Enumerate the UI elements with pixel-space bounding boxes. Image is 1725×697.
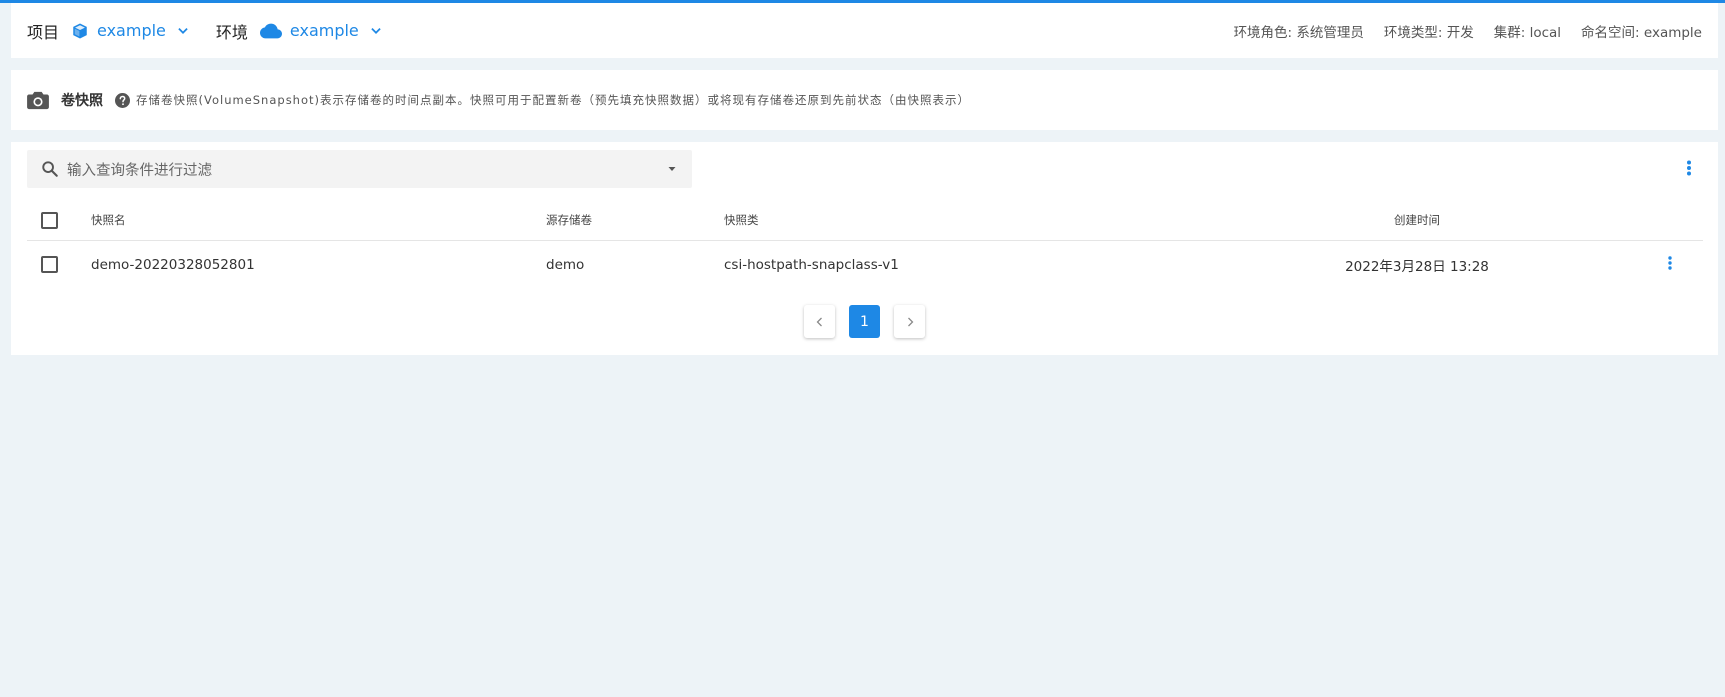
project-selector[interactable]: example	[71, 21, 190, 40]
snapshot-table: 快照名 源存储卷 快照类 创建时间 demo-20220328052801 de…	[27, 200, 1703, 288]
filter-search-input[interactable]: 输入查询条件进行过滤	[27, 150, 692, 188]
env-role: 环境角色: 系统管理员	[1233, 24, 1364, 41]
caret-down-icon[interactable]	[666, 163, 678, 175]
project-value: example	[97, 21, 166, 40]
more-vert-icon[interactable]	[1686, 160, 1692, 180]
snapshot-name: demo-20220328052801	[91, 256, 255, 273]
chevron-down-icon	[178, 27, 188, 34]
page-button-current[interactable]: 1	[849, 305, 880, 338]
env-value: example	[289, 21, 359, 40]
cluster: 集群: local	[1493, 24, 1562, 41]
next-page-button[interactable]	[894, 305, 925, 338]
page-info-bar: 卷快照 存储卷快照(VolumeSnapshot)表示存储卷的时间点副本。快照可…	[11, 70, 1718, 130]
table-row[interactable]: demo-20220328052801 demo csi-hostpath-sn…	[27, 241, 1703, 288]
column-header-created[interactable]: 创建时间	[1317, 212, 1517, 228]
cube-icon	[73, 23, 87, 38]
row-checkbox[interactable]	[41, 256, 58, 273]
column-header-source[interactable]: 源存储卷	[546, 212, 592, 228]
env-selector[interactable]: example	[259, 21, 383, 40]
search-icon	[42, 161, 58, 177]
page-description: 存储卷快照(VolumeSnapshot)表示存储卷的时间点副本。快照可用于配置…	[136, 93, 970, 107]
chevron-down-icon	[371, 27, 381, 34]
project-label: 项目	[27, 22, 60, 42]
snapshot-class: csi-hostpath-snapclass-v1	[724, 256, 899, 273]
env-type: 环境类型: 开发	[1383, 24, 1474, 41]
search-placeholder: 输入查询条件进行过滤	[67, 162, 212, 179]
namespace: 命名空间: example	[1581, 24, 1702, 41]
env-label: 环境	[215, 22, 248, 42]
column-header-class[interactable]: 快照类	[724, 212, 759, 228]
env-meta: 环境角色: 系统管理员 环境类型: 开发 集群: local 命名空间: exa…	[1214, 21, 1702, 41]
created-time: 2022年3月28日 13:28	[1345, 258, 1489, 275]
snapshot-list-card: 输入查询条件进行过滤 快照名 源存储卷 快照类 创建时间 demo-202203…	[11, 142, 1718, 355]
page-title: 卷快照	[61, 93, 103, 109]
chevron-left-icon	[816, 317, 822, 326]
column-header-name[interactable]: 快照名	[91, 212, 126, 228]
cloud-icon	[259, 23, 282, 38]
prev-page-button[interactable]	[804, 305, 835, 338]
camera-icon	[27, 91, 49, 110]
chevron-right-icon	[907, 317, 913, 326]
row-more-vert-icon[interactable]	[1667, 255, 1673, 274]
select-all-checkbox[interactable]	[41, 211, 58, 229]
pagination: 1	[11, 305, 1718, 338]
context-header: 项目 example 环境 example 环境角色: 系统管理员 环境类型: …	[11, 3, 1718, 58]
help-icon	[115, 92, 130, 108]
table-header-row: 快照名 源存储卷 快照类 创建时间	[27, 200, 1703, 241]
source-volume: demo	[546, 256, 585, 273]
